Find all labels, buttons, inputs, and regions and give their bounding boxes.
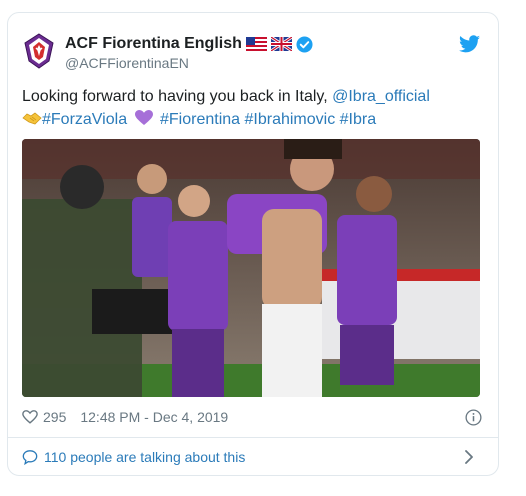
mention-link[interactable]: @Ibra_official — [332, 88, 430, 105]
tweet-timestamp[interactable]: 12:48 PM - Dec 4, 2019 — [80, 409, 228, 425]
purple-heart-emoji-icon — [134, 110, 153, 125]
hashtag-forzaviola[interactable]: #ForzaViola — [42, 111, 127, 128]
name-row: ACF Fiorentina English — [65, 35, 313, 53]
verified-badge-icon — [296, 35, 313, 53]
uk-flag-icon — [270, 37, 292, 51]
conversation-count-text: 110 people are talking about this — [44, 449, 246, 465]
hashtags-rest[interactable]: #Fiorentina #Ibrahimovic #Ibra — [160, 111, 376, 128]
tweet-photo[interactable] — [22, 139, 480, 397]
like-count[interactable]: 295 — [43, 409, 66, 425]
heart-outline-icon[interactable] — [22, 409, 38, 425]
display-name[interactable]: ACF Fiorentina English — [65, 35, 242, 53]
tweet-text-intro: Looking forward to having you back in It… — [22, 88, 328, 105]
tweet-card: ACF Fiorentina English @ACFFiorentinaEN … — [7, 12, 499, 476]
twitter-bird-icon[interactable] — [459, 35, 480, 53]
tweet-text: Looking forward to having you back in It… — [22, 85, 488, 131]
handshake-emoji-icon — [22, 112, 42, 125]
tweet-header: ACF Fiorentina English @ACFFiorentinaEN — [8, 13, 498, 81]
fiorentina-crest-icon[interactable] — [24, 33, 54, 69]
speech-bubble-icon — [22, 450, 38, 465]
info-icon[interactable] — [465, 409, 482, 426]
conversation-link[interactable]: 110 people are talking about this — [8, 438, 498, 475]
tweet-meta: 295 12:48 PM - Dec 4, 2019 — [22, 406, 488, 428]
user-handle[interactable]: @ACFFiorentinaEN — [65, 55, 189, 71]
chevron-right-icon — [465, 450, 473, 464]
us-flag-icon — [245, 37, 267, 51]
